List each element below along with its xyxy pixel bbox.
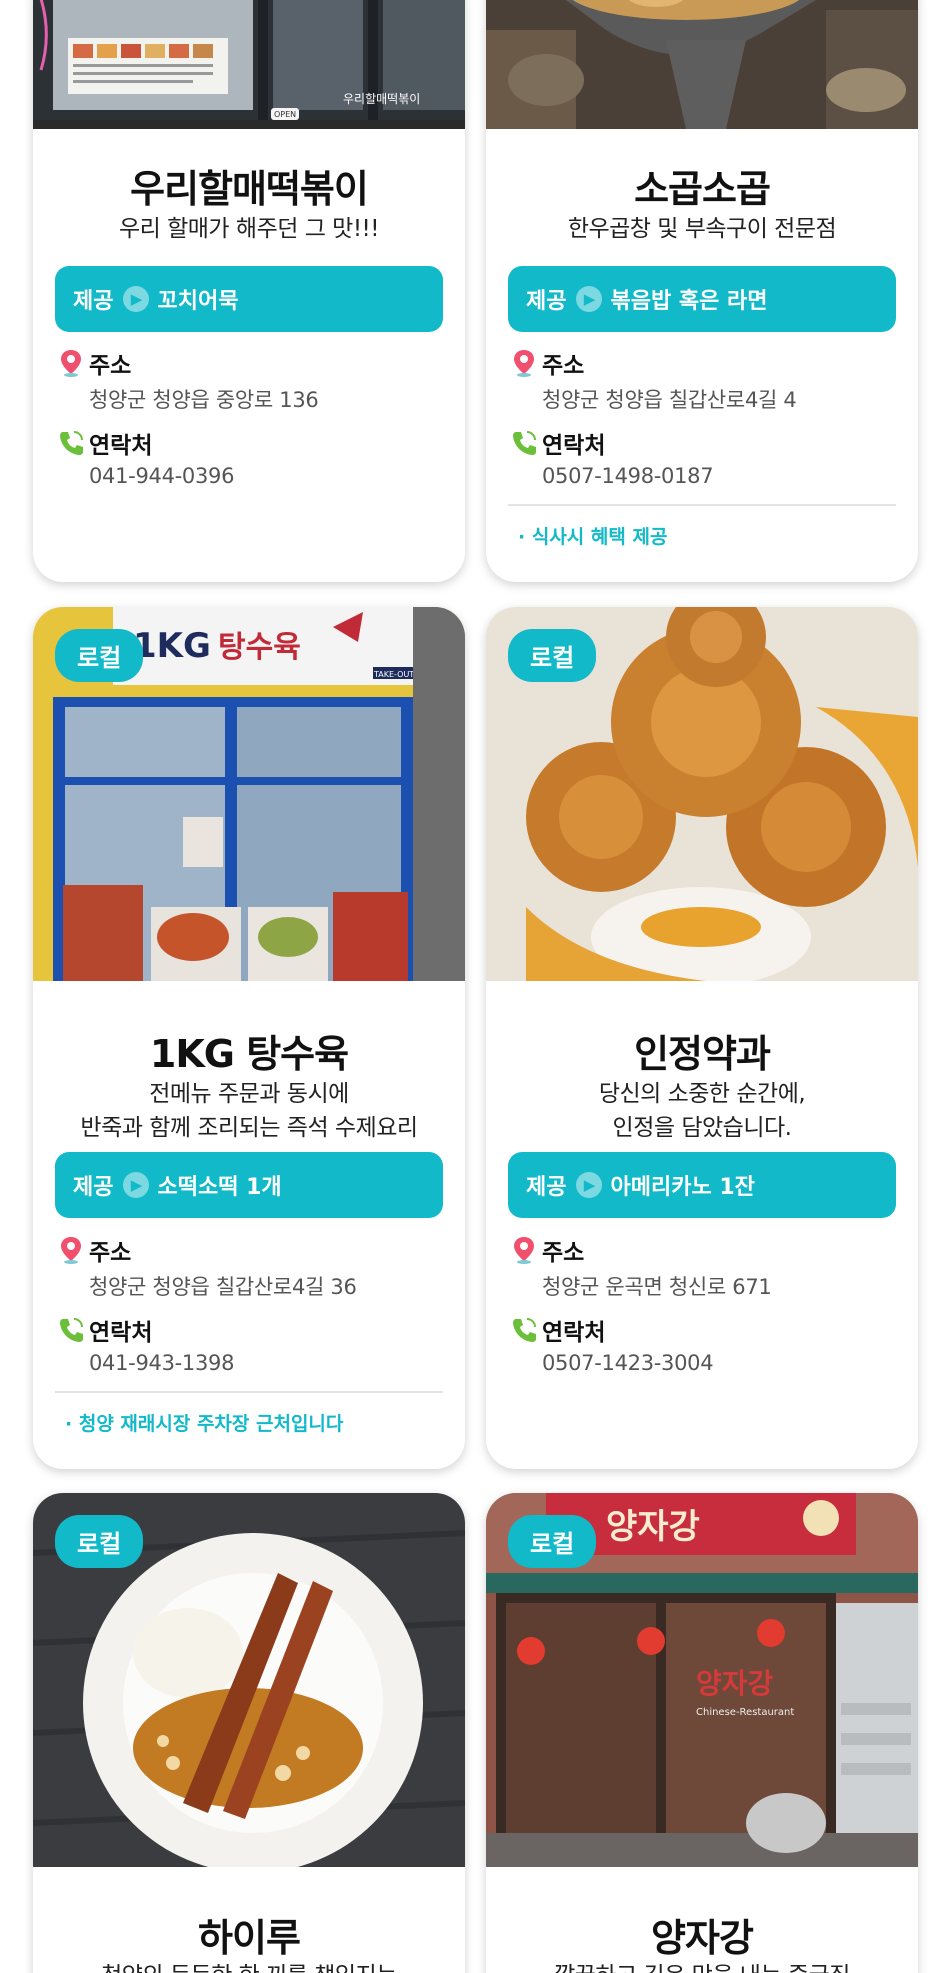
store-description: 청양의 든든한 한 끼를 책임지는 [33, 1959, 465, 1973]
store-photo [486, 0, 918, 129]
store-card-2[interactable]: 소곱소곱 한우곱창 및 부속구이 전문점 제공 ▶ 볶음밥 혹은 라면 주소 청… [486, 0, 918, 582]
local-badge: 로컬 [55, 629, 144, 682]
store-name: 소곱소곱 [634, 167, 771, 211]
divider [55, 1391, 443, 1393]
chevron-right-icon: ▶ [123, 1172, 150, 1198]
sign-1kg-text: 1KG [133, 626, 211, 666]
phone-value[interactable]: 0507-1498-0187 [542, 464, 714, 488]
store-photo: 양자강 양자강 Chinese-Restaurant 로컬 [486, 1493, 918, 1867]
offer-item: 볶음밥 혹은 라면 [610, 289, 768, 314]
offer-banner: 제공 ▶ 소떡소떡 1개 [55, 1152, 443, 1218]
phone-icon [513, 1318, 536, 1342]
contact-label-row: 연락처 [57, 1313, 152, 1347]
divider [508, 504, 896, 506]
chevron-right-icon: ▶ [123, 286, 150, 312]
sign-yangjagang-text: 양자강 [606, 1507, 700, 1547]
store-photo: 로컬 [33, 1493, 465, 1867]
offer-label: 제공 [526, 1175, 567, 1200]
address-label: 주소 [89, 353, 132, 379]
phone-value[interactable]: 041-944-0396 [89, 464, 234, 488]
store-name: 인정약과 [634, 1032, 771, 1076]
address-label-row: 주소 [57, 1233, 131, 1267]
phone-value[interactable]: 0507-1423-3004 [542, 1351, 714, 1375]
svg-text:양자강: 양자강 [696, 1667, 774, 1700]
svg-text:OPEN: OPEN [274, 110, 296, 119]
contact-label-row: 연락처 [510, 426, 605, 460]
map-pin-icon [514, 1237, 534, 1264]
offer-item: 소떡소떡 1개 [157, 1175, 282, 1200]
contact-label-row: 연락처 [57, 426, 152, 460]
store-description-line-2: 인정을 담았습니다. [612, 1115, 792, 1141]
phone-icon [513, 431, 536, 455]
store-card-4[interactable]: 로컬 인정약과 당신의 소중한 순간에, 인정을 담았습니다. 제공 ▶ 아메리… [486, 607, 918, 1469]
map-pin-icon [61, 350, 81, 377]
local-badge: 로컬 [55, 1515, 144, 1568]
contact-label: 연락처 [89, 433, 153, 459]
address-label-row: 주소 [510, 1233, 584, 1267]
store-card-6[interactable]: 양자강 양자강 Chinese-Restaurant 로컬 양자강 깔끔하고 깊… [486, 1493, 918, 1973]
window-sign-text: 우리할매떡볶이 [343, 92, 420, 106]
offer-banner: 제공 ▶ 꼬치어묵 [55, 266, 443, 332]
location-note: · 청양 재래시장 주차장 근처입니다 [65, 1413, 344, 1435]
offer-item: 아메리카노 1잔 [610, 1175, 755, 1200]
store-card-5[interactable]: 로컬 하이루 청양의 든든한 한 끼를 책임지는 [33, 1493, 465, 1973]
offer-item: 꼬치어묵 [157, 289, 239, 314]
address-label: 주소 [542, 353, 585, 379]
store-description-line-1: 당신의 소중한 순간에, [598, 1081, 806, 1107]
contact-label: 연락처 [89, 1320, 153, 1346]
offer-label: 제공 [73, 289, 114, 314]
store-photo: 1KG 탕수육 TAKE-OUT 로컬 [33, 607, 465, 981]
store-name: 1KG 탕수육 [149, 1032, 349, 1076]
address-value: 청양군 청양읍 중앙로 136 [89, 388, 319, 412]
benefit-note: · 식사시 혜택 제공 [518, 526, 668, 548]
address-label-row: 주소 [510, 346, 584, 380]
store-photo: 우리할매떡볶이 OPEN [33, 0, 465, 129]
store-description: 한우곱창 및 부속구이 전문점 [567, 216, 837, 242]
address-label: 주소 [542, 1240, 585, 1266]
phone-icon [60, 431, 83, 455]
map-pin-icon [514, 350, 534, 377]
store-name: 우리할매떡볶이 [130, 167, 369, 211]
store-photo: 로컬 [486, 607, 918, 981]
store-card-1[interactable]: 우리할매떡볶이 OPEN 우리할매떡볶이 우리 할매가 해주던 그 맛!!! 제… [33, 0, 465, 582]
sign-tangsuyuk-text: 탕수육 [218, 630, 301, 665]
address-label-row: 주소 [57, 346, 131, 380]
store-description: 우리 할매가 해주던 그 맛!!! [118, 216, 380, 242]
offer-banner: 제공 ▶ 아메리카노 1잔 [508, 1152, 896, 1218]
contact-label-row: 연락처 [510, 1313, 605, 1347]
local-badge: 로컬 [508, 1515, 597, 1568]
address-value: 청양군 청양읍 칠갑산로4길 4 [542, 388, 797, 412]
phone-icon [60, 1318, 83, 1342]
contact-label: 연락처 [542, 433, 606, 459]
local-badge: 로컬 [508, 629, 597, 682]
chevron-right-icon: ▶ [576, 286, 603, 312]
store-description: 깔끔하고 깊은 맛을 내는 중국집 [486, 1959, 918, 1973]
phone-value[interactable]: 041-943-1398 [89, 1351, 234, 1375]
address-label: 주소 [89, 1240, 132, 1266]
store-description-line-2: 반죽과 함께 조리되는 즉석 수제요리 [80, 1115, 418, 1141]
store-description-line-1: 전메뉴 주문과 동시에 [149, 1081, 349, 1107]
svg-text:Chinese-Restaurant: Chinese-Restaurant [696, 1707, 794, 1718]
store-name: 하이루 [198, 1916, 301, 1960]
map-pin-icon [61, 1237, 81, 1264]
store-card-3[interactable]: 1KG 탕수육 TAKE-OUT 로컬 1KG 탕수육 전메뉴 주문과 동시에 … [33, 607, 465, 1469]
svg-text:TAKE-OUT: TAKE-OUT [373, 670, 414, 679]
store-name: 양자강 [651, 1916, 754, 1960]
address-value: 청양군 청양읍 칠갑산로4길 36 [89, 1275, 357, 1299]
offer-banner: 제공 ▶ 볶음밥 혹은 라면 [508, 266, 896, 332]
offer-label: 제공 [526, 289, 567, 314]
offer-label: 제공 [73, 1175, 114, 1200]
address-value: 청양군 운곡면 청신로 671 [542, 1275, 772, 1299]
contact-label: 연락처 [542, 1320, 606, 1346]
chevron-right-icon: ▶ [576, 1172, 603, 1198]
